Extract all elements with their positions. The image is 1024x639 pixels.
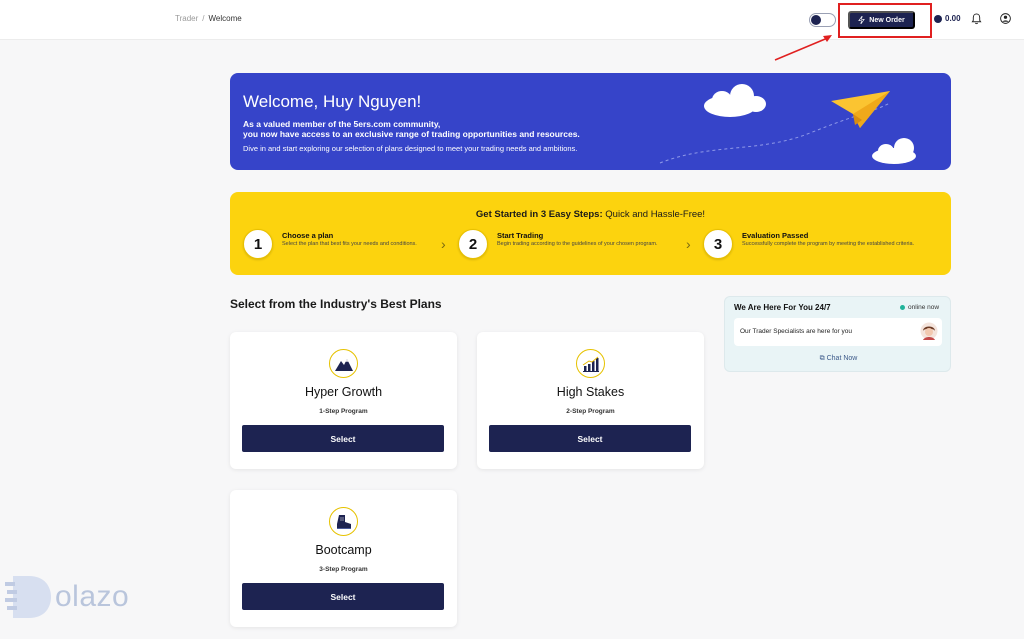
welcome-line-3: Dive in and start exploring our selectio… — [243, 144, 578, 153]
select-plan-button[interactable]: Select — [242, 583, 444, 610]
getting-started-banner: Get Started in 3 Easy Steps: Quick and H… — [230, 192, 951, 275]
step-start-trading: 2 Start Trading Begin trading according … — [458, 229, 688, 261]
coin-icon — [934, 14, 942, 23]
toggle-knob — [811, 15, 821, 25]
specialist-avatar-icon — [920, 322, 938, 340]
step-title: Start Trading — [497, 231, 544, 240]
plan-name: Hyper Growth — [304, 385, 383, 399]
plan-name: High Stakes — [556, 385, 625, 399]
step-title: Choose a plan — [282, 231, 334, 240]
plan-name: Bootcamp — [315, 543, 372, 557]
new-order-button[interactable]: New Order — [848, 11, 915, 29]
chat-bubble-icon: ⧉ — [819, 355, 825, 362]
step-title: Evaluation Passed — [742, 231, 809, 240]
chat-now-label: Chat Now — [826, 355, 858, 362]
select-plan-button[interactable]: Select — [242, 425, 444, 452]
step-number: 2 — [458, 229, 488, 259]
step-choose-plan: 1 Choose a plan Select the plan that bes… — [243, 229, 443, 261]
steps-heading-rest: Quick and Hassle-Free! — [605, 209, 706, 220]
plan-program: 2-Step Program — [566, 408, 615, 415]
online-status: online now — [900, 304, 939, 311]
bell-icon[interactable] — [971, 13, 982, 25]
plan-icon-wrapper — [329, 349, 358, 378]
chevron-right-icon: › — [441, 236, 446, 252]
lightning-icon — [858, 16, 866, 24]
plans-section-title: Select from the Industry's Best Plans — [230, 297, 442, 311]
step-number: 3 — [703, 229, 733, 259]
paper-plane-clouds-illustration — [659, 84, 916, 164]
step-description: Select the plan that best fits your need… — [282, 241, 417, 247]
breadcrumb: Trader / Welcome — [175, 14, 242, 23]
step-evaluation-passed: 3 Evaluation Passed Successfully complet… — [703, 229, 943, 261]
plan-icon-wrapper — [576, 349, 605, 378]
breadcrumb-separator: / — [202, 14, 205, 23]
support-widget: We Are Here For You 24/7 online now Our … — [724, 296, 951, 372]
welcome-banner: Welcome, Huy Nguyen! As a valued member … — [230, 73, 951, 170]
chat-now-link[interactable]: ⧉ Chat Now — [725, 355, 952, 363]
online-status-text: online now — [908, 304, 940, 311]
plan-card-bootcamp: Bootcamp 3-Step Program Select — [230, 490, 457, 627]
growth-chart-icon — [582, 356, 599, 372]
plan-program: 1-Step Program — [319, 408, 368, 415]
welcome-line-1: As a valued member of the 5ers.com commu… — [243, 119, 441, 129]
watermark-logo: olazo — [5, 572, 170, 624]
support-message-text: Our Trader Specialists are here for you — [740, 328, 852, 335]
breadcrumb-current: Welcome — [208, 14, 242, 23]
breadcrumb-parent[interactable]: Trader — [175, 14, 198, 23]
welcome-title: Welcome, Huy Nguyen! — [243, 92, 422, 111]
mountain-icon — [334, 358, 353, 371]
select-plan-button[interactable]: Select — [489, 425, 691, 452]
support-message: Our Trader Specialists are here for you — [734, 318, 942, 346]
watermark-text: olazo — [55, 580, 130, 613]
new-order-label: New Order — [869, 16, 905, 24]
steps-heading-bold: Get Started in 3 Easy Steps: — [475, 209, 603, 220]
account-balance[interactable]: 0.00 — [934, 14, 961, 23]
plan-icon-wrapper — [329, 507, 358, 536]
step-description: Successfully complete the program by mee… — [742, 241, 915, 247]
step-number: 1 — [243, 229, 273, 259]
plan-program: 3-Step Program — [319, 566, 368, 573]
boot-icon — [336, 514, 351, 529]
chevron-right-icon: › — [686, 236, 691, 252]
balance-value: 0.00 — [945, 14, 961, 23]
theme-toggle[interactable] — [809, 13, 836, 27]
plan-card-hyper-growth: Hyper Growth 1-Step Program Select — [230, 332, 457, 469]
user-avatar-icon[interactable] — [1000, 13, 1011, 24]
support-title: We Are Here For You 24/7 — [734, 303, 831, 312]
online-dot-icon — [900, 305, 905, 310]
top-bar: Trader / Welcome New Order 0.00 — [0, 0, 1024, 40]
annotation-arrow — [774, 35, 832, 61]
plan-card-high-stakes: High Stakes 2-Step Program Select — [477, 332, 704, 469]
welcome-line-2: you now have access to an exclusive rang… — [243, 129, 580, 139]
steps-heading: Get Started in 3 Easy Steps: Quick and H… — [230, 209, 951, 220]
step-description: Begin trading according to the guideline… — [497, 241, 658, 247]
watermark-d-logo — [5, 576, 51, 618]
